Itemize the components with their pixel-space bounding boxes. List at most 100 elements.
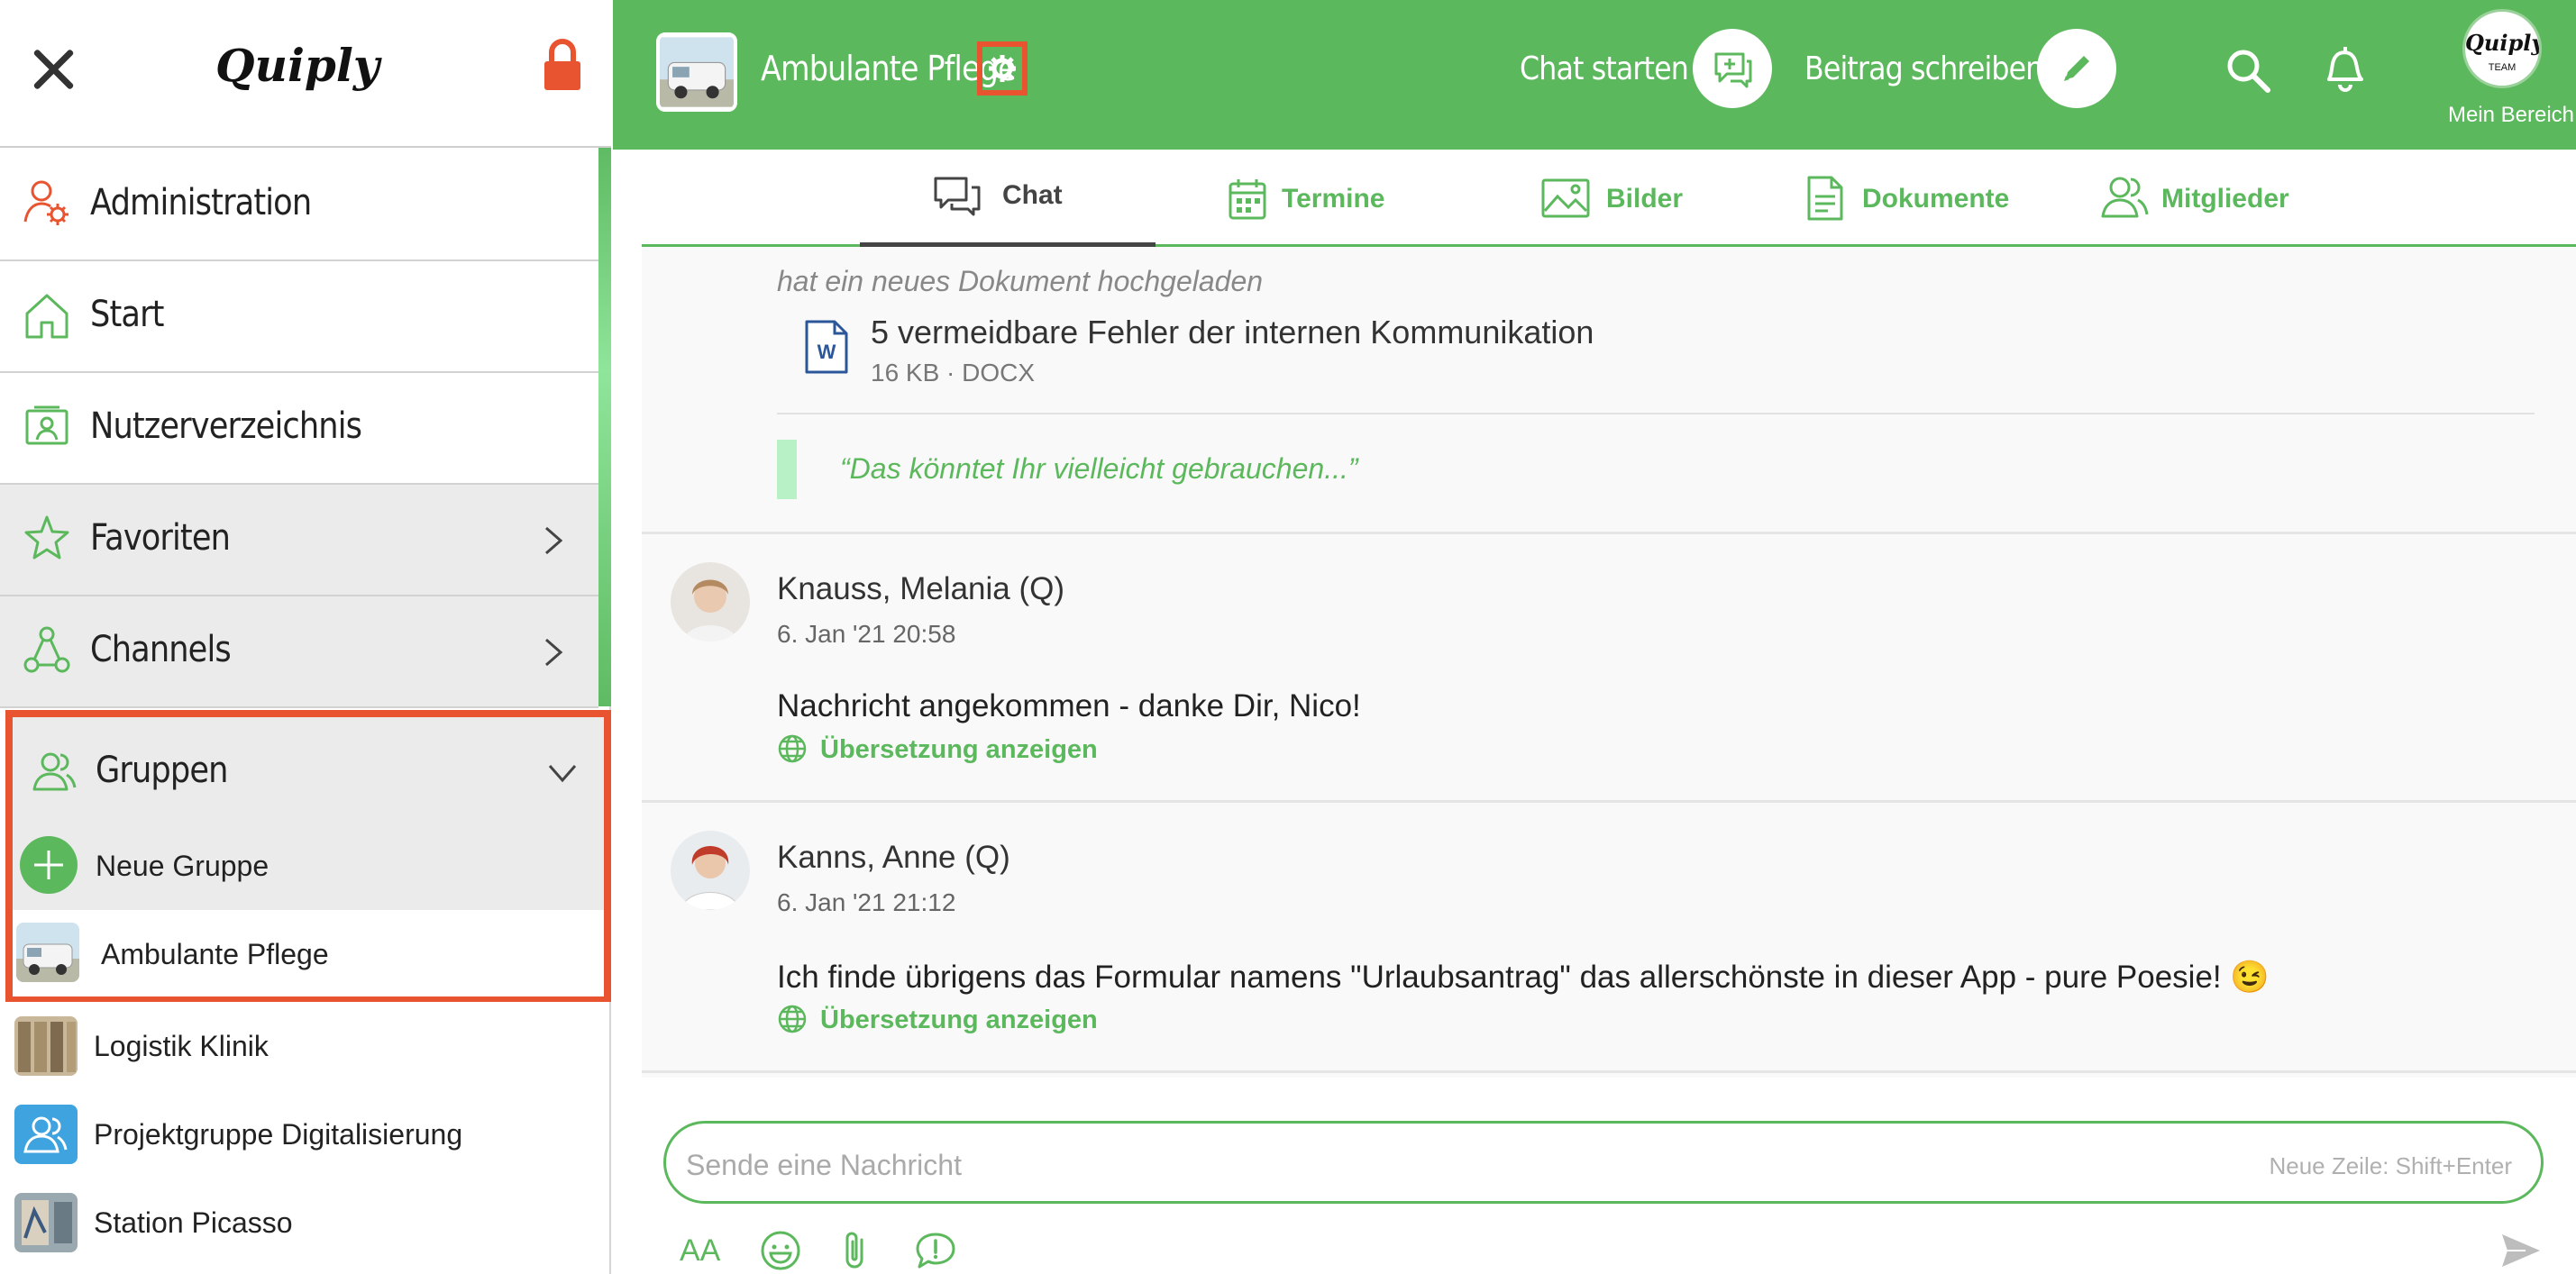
- sidebar-item-label: Gruppen: [96, 750, 228, 791]
- tab-label: Bilder: [1606, 184, 1684, 214]
- pencil-icon: [2064, 56, 2089, 81]
- tab-label: Mitglieder: [2161, 184, 2289, 214]
- calendar-icon: [1229, 179, 1266, 220]
- search-icon[interactable]: [2224, 47, 2271, 94]
- avatar[interactable]: [671, 831, 750, 910]
- group-label: Ambulante Pflege: [101, 938, 329, 970]
- message-input[interactable]: Sende eine Nachricht Neue Zeile: Shift+E…: [663, 1121, 2544, 1204]
- avatar-logo-text: Quiply: [2465, 30, 2542, 56]
- scroll-indicator: [598, 148, 611, 706]
- document-upload-note: hat ein neues Dokument hochgeladen: [777, 265, 1264, 297]
- globe-icon: [778, 734, 807, 763]
- quiply-logo: Quiply: [215, 39, 379, 92]
- post-text: Nachricht angekommen - danke Dir, Nico!: [777, 688, 1361, 723]
- admin-user-gear-icon: [23, 180, 69, 225]
- bell-icon[interactable]: [2320, 43, 2367, 96]
- group-label: Station Picasso: [94, 1206, 293, 1239]
- group-thumbnail: [14, 1016, 78, 1076]
- post-text: Ich finde übrigens das Formular namens "…: [777, 960, 2270, 995]
- post-date: 6. Jan '21 21:12: [777, 888, 956, 916]
- chevron-down-icon: [548, 765, 577, 783]
- user-directory-icon: [25, 405, 69, 445]
- divider: [777, 413, 2535, 414]
- sidebar-item-channels[interactable]: Channels: [0, 596, 598, 708]
- group-item-ambulante-pflege[interactable]: Ambulante Pflege: [13, 910, 604, 996]
- post-author[interactable]: Kanns, Anne (Q): [777, 840, 1010, 876]
- chevron-right-icon: [545, 526, 563, 555]
- close-icon[interactable]: [27, 43, 79, 96]
- group-item-logistik-klinik[interactable]: Logistik Klinik: [0, 1002, 598, 1090]
- group-avatar[interactable]: [656, 32, 737, 112]
- translate-label: Übersetzung anzeigen: [820, 735, 1098, 764]
- group-settings-button[interactable]: [977, 41, 1028, 96]
- sidebar-item-favoriten[interactable]: Favoriten: [0, 485, 598, 596]
- tab-label: Termine: [1282, 184, 1385, 214]
- group-thumbnail: [16, 923, 79, 982]
- group-thumbnail: [14, 1193, 78, 1252]
- sidebar-item-label: Administration: [90, 182, 312, 223]
- sidebar-item-start[interactable]: Start: [0, 261, 598, 373]
- font-size-icon[interactable]: AA: [680, 1231, 725, 1274]
- word-document-icon: W: [805, 320, 848, 374]
- sidebar-item-administration[interactable]: Administration: [0, 150, 598, 261]
- sidebar: Quiply Administration Start Nutzerverzei…: [0, 0, 611, 1274]
- chat-feed: hat ein neues Dokument hochgeladen W 5 v…: [642, 247, 2576, 1148]
- lock-icon[interactable]: [543, 38, 582, 92]
- divider: [642, 532, 2576, 534]
- important-message-icon[interactable]: [914, 1229, 957, 1272]
- sidebar-item-label: Nutzerverzeichnis: [90, 405, 362, 447]
- group-people-icon: [14, 1105, 78, 1164]
- tab-bar: Chat Termine Bilder Dokumente Mitglieder: [642, 150, 2576, 247]
- chevron-right-icon: [545, 638, 563, 667]
- top-bar: Ambulante Pflege Chat starten Beitrag sc…: [613, 0, 2576, 150]
- group-item-projektgruppe-digitalisierung[interactable]: Projektgruppe Digitalisierung: [0, 1090, 598, 1178]
- write-post-button[interactable]: [2037, 29, 2116, 108]
- my-area-label[interactable]: Mein Bereich: [2439, 103, 2576, 128]
- group-content: Chat Termine Bilder Dokumente Mitglieder…: [642, 150, 2576, 1274]
- my-area-avatar[interactable]: Quiply TEAM: [2462, 9, 2542, 88]
- sidebar-item-label: Channels: [90, 629, 232, 670]
- tab-dokumente[interactable]: Dokumente: [1797, 150, 2050, 247]
- tab-label: Dokumente: [1862, 184, 2010, 214]
- sidebar-item-label: Start: [90, 294, 164, 335]
- newline-hint: Neue Zeile: Shift+Enter: [2269, 1152, 2512, 1179]
- groups-icon: [32, 752, 77, 791]
- quote-bar: [777, 440, 797, 499]
- home-icon: [25, 294, 69, 339]
- avatar-sub-text: TEAM: [2488, 62, 2517, 73]
- tab-mitglieder[interactable]: Mitglieder: [2096, 150, 2349, 247]
- tab-chat[interactable]: Chat: [860, 150, 1156, 247]
- attachment-icon[interactable]: [835, 1229, 878, 1272]
- document-icon: [1807, 176, 1843, 221]
- tab-label: Chat: [1002, 180, 1063, 210]
- document-title-link[interactable]: 5 vermeidbare Fehler der internen Kommun…: [871, 314, 1594, 351]
- group-item-station-picasso[interactable]: Station Picasso: [0, 1178, 598, 1267]
- sidebar-item-gruppen[interactable]: Gruppen: [13, 717, 604, 822]
- sidebar-header: Quiply: [0, 0, 611, 148]
- avatar[interactable]: [671, 562, 750, 642]
- chat-start-button[interactable]: [1693, 29, 1772, 108]
- new-chat-icon: [1714, 52, 1752, 88]
- chat-bubbles-icon: [934, 177, 981, 216]
- star-icon: [24, 515, 69, 560]
- font-size-label: AA: [680, 1233, 721, 1268]
- groups-section-highlight: Gruppen Neue Gruppe Ambulante Pflege: [5, 710, 611, 1002]
- post-quote: “Das könntet Ihr vielleicht gebrauchen..…: [840, 452, 1358, 485]
- message-composer: Sende eine Nachricht Neue Zeile: Shift+E…: [642, 1078, 2576, 1274]
- post-author[interactable]: Knauss, Melania (Q): [777, 571, 1064, 607]
- post-date: 6. Jan '21 20:58: [777, 620, 956, 648]
- group-label: Logistik Klinik: [94, 1030, 269, 1062]
- message-placeholder: Sende eine Nachricht: [686, 1149, 962, 1181]
- group-label: Neue Gruppe: [96, 850, 269, 882]
- word-icon-letter: W: [818, 341, 836, 363]
- chat-start-label[interactable]: Chat starten: [1520, 50, 1689, 87]
- send-icon[interactable]: [2498, 1231, 2544, 1270]
- tab-bilder[interactable]: Bilder: [1532, 150, 1713, 247]
- gear-icon: [989, 55, 1016, 82]
- image-icon: [1541, 178, 1590, 218]
- new-group-button[interactable]: Neue Gruppe: [13, 822, 611, 910]
- write-post-label[interactable]: Beitrag schreiben: [1804, 50, 2043, 87]
- emoji-icon[interactable]: [759, 1229, 802, 1272]
- sidebar-item-nutzerverzeichnis[interactable]: Nutzerverzeichnis: [0, 373, 598, 485]
- tab-termine[interactable]: Termine: [1219, 150, 1435, 247]
